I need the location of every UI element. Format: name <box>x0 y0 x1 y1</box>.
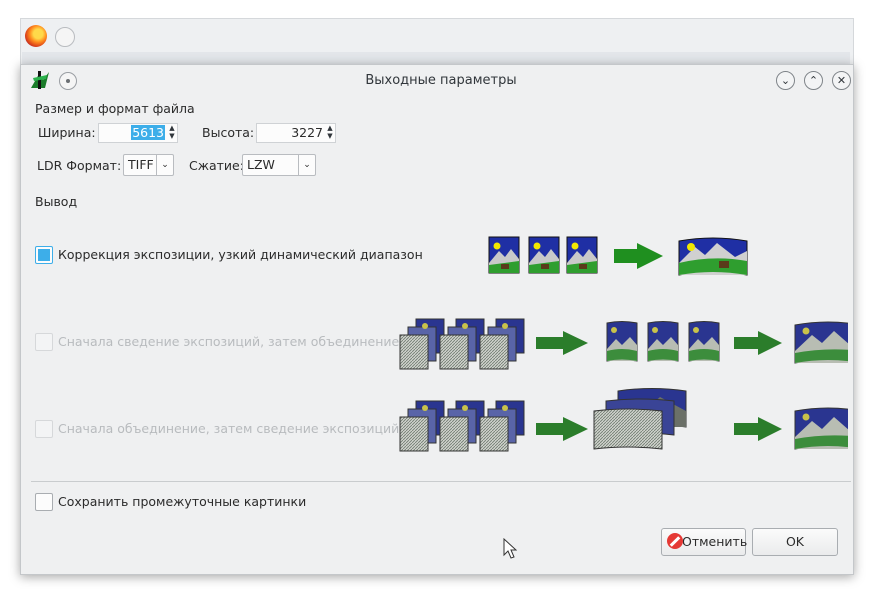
file-section-heading: Размер и формат файла <box>35 101 195 116</box>
height-label: Высота: <box>202 125 255 140</box>
firefox-icon <box>25 25 47 47</box>
ldr-format-label: LDR Формат: <box>37 158 122 173</box>
option2-label[interactable]: Сначала сведение экспозиций, затем объед… <box>58 334 399 349</box>
close-icon[interactable]: ✕ <box>832 71 851 90</box>
height-spinbox[interactable]: 3227 ▲ ▼ <box>256 123 336 143</box>
ok-button[interactable]: OK <box>752 528 838 556</box>
cancel-icon <box>667 533 683 549</box>
compression-value: LZW <box>247 157 275 172</box>
separator <box>31 481 851 482</box>
output-section-heading: Вывод <box>35 194 78 209</box>
compression-label: Сжатие: <box>189 158 244 173</box>
cancel-button[interactable]: Отменить <box>661 528 747 556</box>
exposure-fusion-diagram-icon <box>488 236 748 276</box>
save-intermediate-checkbox[interactable] <box>35 493 53 511</box>
width-label: Ширина: <box>38 125 96 140</box>
ok-button-label: OK <box>785 534 805 549</box>
ldr-format-combo[interactable]: TIFF ⌄ <box>123 154 174 176</box>
compression-combo[interactable]: LZW ⌄ <box>242 154 316 176</box>
option2-checkbox[interactable] <box>35 333 53 351</box>
chevron-down-icon: ⌄ <box>298 155 315 175</box>
blend-then-fuse-diagram-icon <box>399 388 848 452</box>
maximize-icon[interactable]: ⌃ <box>804 71 823 90</box>
chevron-down-icon: ⌄ <box>156 155 173 175</box>
output-settings-dialog: Выходные параметры ⌄ ⌃ ✕ Размер и формат… <box>20 64 854 575</box>
width-spinbox[interactable]: 5613 ▲ ▼ <box>98 123 178 143</box>
width-value-wrap: 5613 <box>131 125 165 140</box>
title-bar: Выходные параметры ⌄ ⌃ ✕ <box>21 65 853 95</box>
background-window-button <box>55 27 75 47</box>
minimize-icon[interactable]: ⌄ <box>776 71 795 90</box>
dialog-title: Выходные параметры <box>365 73 517 88</box>
width-value: 5613 <box>131 125 165 140</box>
option1-label[interactable]: Коррекция экспозиции, узкий динамический… <box>58 247 423 262</box>
width-stepper-icon[interactable]: ▲ ▼ <box>167 124 177 142</box>
ldr-format-value: TIFF <box>128 157 154 172</box>
save-intermediate-label[interactable]: Сохранить промежуточные картинки <box>58 494 306 509</box>
fuse-then-blend-diagram-icon <box>399 318 848 370</box>
option1-checkbox[interactable] <box>35 246 53 264</box>
height-value: 3227 <box>291 125 323 140</box>
height-stepper-icon[interactable]: ▲ ▼ <box>325 124 335 142</box>
option3-label[interactable]: Сначала объединение, затем сведение эксп… <box>58 421 399 436</box>
mouse-cursor-icon <box>503 538 517 559</box>
option3-checkbox[interactable] <box>35 420 53 438</box>
